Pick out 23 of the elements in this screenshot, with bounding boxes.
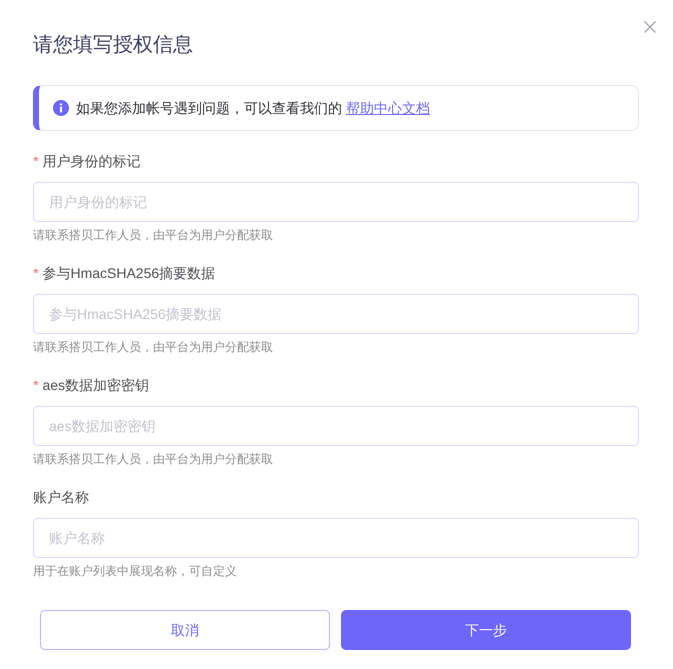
required-mark: * — [33, 376, 38, 395]
info-icon — [53, 100, 69, 116]
close-button[interactable] — [643, 20, 657, 34]
field-hint: 用于在账户列表中展现名称，可自定义 — [33, 563, 238, 580]
field-hint: 请联系搭贝工作人员，由平台为用户分配获取 — [33, 451, 274, 468]
help-docs-link[interactable]: 帮助中心文档 — [346, 98, 430, 118]
notice-text: 如果您添加帐号遇到问题，可以查看我们的 — [76, 99, 342, 118]
field-label: aes数据加密密钥 — [42, 376, 150, 395]
input-field[interactable]: aes数据加密密钥 — [33, 406, 639, 446]
field-hint: 请联系搭贝工作人员，由平台为用户分配获取 — [33, 339, 274, 356]
dialog-title: 请您填写授权信息 — [33, 33, 194, 58]
next-button[interactable]: 下一步 — [341, 610, 631, 650]
close-icon — [644, 21, 656, 33]
input-field[interactable]: 账户名称 — [33, 518, 639, 558]
field-label: 参与HmacSHA256摘要数据 — [42, 264, 216, 283]
required-mark: * — [33, 152, 38, 171]
input-field[interactable]: 参与HmacSHA256摘要数据 — [33, 294, 639, 334]
cancel-button[interactable]: 取消 — [40, 610, 330, 650]
field-hint: 请联系搭贝工作人员，由平台为用户分配获取 — [33, 227, 274, 244]
required-mark: * — [33, 264, 38, 283]
field-label: 账户名称 — [33, 488, 89, 507]
input-field[interactable]: 用户身份的标记 — [33, 182, 639, 222]
field-label: 用户身份的标记 — [42, 152, 140, 171]
